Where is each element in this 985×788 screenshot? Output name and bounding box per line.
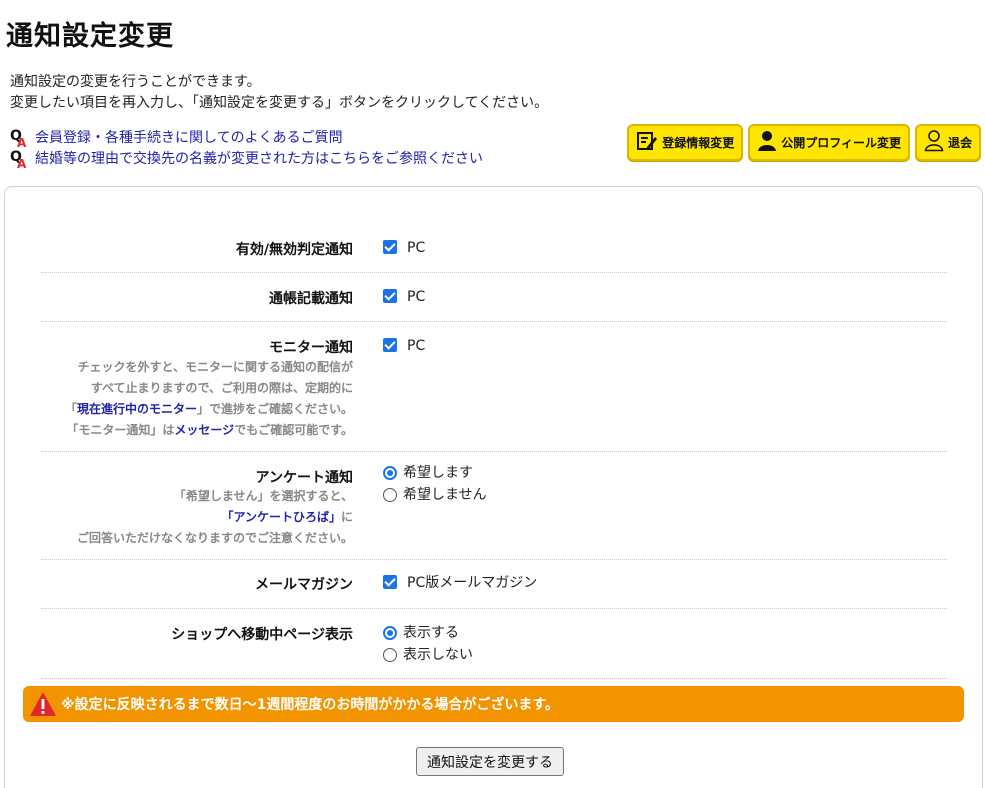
- edit-profile-label: 登録情報変更: [662, 136, 735, 150]
- shop-page-radio-group: 表示する 表示しない: [383, 622, 473, 666]
- settings-panel: 有効/無効判定通知 PC 通帳記載通知 PC モニター通知 チェックを外すと、モ…: [4, 186, 983, 788]
- radio-selected[interactable]: [383, 466, 397, 480]
- radio-unselected[interactable]: [383, 648, 397, 662]
- note-line: 「希望しません」を選択すると、: [173, 489, 353, 503]
- shop-page-option-hide[interactable]: 表示しない: [383, 644, 473, 666]
- faq-link-label[interactable]: 結婚等の理由で交換先の名義が変更された方はこちらをご参照ください: [35, 149, 483, 170]
- shop-page-option-show[interactable]: 表示する: [383, 622, 473, 644]
- survey-radio-group: 希望します 希望しません: [383, 462, 487, 506]
- radio-label: 希望します: [403, 465, 473, 481]
- passbook-pc-checkbox[interactable]: PC: [383, 286, 425, 308]
- note-line: ご回答いただけなくなりますのでご注意ください。: [76, 531, 353, 545]
- setting-label: アンケート通知: [255, 470, 353, 486]
- checkbox-label: PC: [407, 338, 426, 354]
- survey-option-no[interactable]: 希望しません: [383, 484, 487, 506]
- warning-text: ※設定に反映されるまで数日〜1週間程度のお時間がかかる場合がございます。: [61, 697, 559, 713]
- monitor-pc-checkbox[interactable]: PC: [383, 335, 425, 357]
- radio-label: 表示しない: [403, 647, 473, 663]
- setting-row-survey: アンケート通知 「希望しません」を選択すると、 「アンケートひろば」に ご回答い…: [41, 452, 947, 560]
- checkbox-checked[interactable]: [383, 575, 397, 589]
- survey-plaza-link[interactable]: 「アンケートひろば」: [221, 510, 341, 524]
- note-line: 「現在進行中のモニター」で進捗をご確認ください。: [64, 402, 353, 416]
- note-line: すべて止まりますので、ご利用の際は、定期的に: [90, 381, 353, 395]
- setting-label: メールマガジン: [255, 577, 353, 593]
- checkbox-checked[interactable]: [383, 338, 397, 352]
- setting-row-monitor: モニター通知 チェックを外すと、モニターに関する通知の配信が すべて止まりますの…: [41, 322, 947, 452]
- withdraw-button[interactable]: 退会: [914, 124, 981, 161]
- page-title: 通知設定変更: [6, 21, 174, 52]
- note-line: 「アンケートひろば」に: [221, 510, 353, 524]
- checkbox-checked[interactable]: [383, 289, 397, 303]
- qa-icon: QA: [10, 148, 27, 171]
- warning-triangle-icon: [29, 691, 57, 717]
- faq-link-name-change[interactable]: QA 結婚等の理由で交換先の名義が変更された方はこちらをご参照ください: [10, 148, 483, 171]
- top-buttons: 登録情報変更 公開プロフィール変更 退会: [627, 124, 981, 161]
- monitor-note: チェックを外すと、モニターに関する通知の配信が すべて止まりますので、ご利用の際…: [41, 357, 353, 441]
- user-icon: [757, 130, 777, 155]
- faq-links: QA 会員登録・各種手続きに関してのよくあるご質問 QA 結婚等の理由で交換先の…: [10, 127, 483, 171]
- setting-row-mail-magazine: メールマガジン PC版メールマガジン: [41, 560, 947, 609]
- intro-line-2: 変更したい項目を再入力し、「通知設定を変更する」ボタンをクリックしてください。: [10, 95, 549, 111]
- edit-icon: [636, 130, 658, 155]
- qa-icon: QA: [10, 127, 27, 150]
- user-outline-icon: [924, 130, 944, 155]
- checkbox-label: PC: [407, 240, 426, 256]
- setting-label: 有効/無効判定通知: [235, 242, 353, 258]
- message-link[interactable]: メッセージ: [174, 423, 234, 437]
- survey-note: 「希望しません」を選択すると、 「アンケートひろば」に ご回答いただけなくなりま…: [41, 486, 353, 549]
- setting-label: 通帳記載通知: [269, 291, 353, 307]
- public-profile-button[interactable]: 公開プロフィール変更: [748, 124, 910, 161]
- note-line: 「モニター通知」はメッセージでもご確認可能です。: [66, 423, 353, 437]
- faq-link-label[interactable]: 会員登録・各種手続きに関してのよくあるご質問: [35, 128, 343, 149]
- setting-row-shop-page: ショップへ移動中ページ表示 表示する 表示しない: [41, 609, 947, 679]
- survey-option-yes[interactable]: 希望します: [383, 462, 487, 484]
- setting-label: モニター通知: [269, 340, 353, 356]
- edit-profile-button[interactable]: 登録情報変更: [627, 124, 744, 161]
- validity-pc-checkbox[interactable]: PC: [383, 237, 425, 259]
- setting-row-validity: 有効/無効判定通知 PC: [41, 223, 947, 273]
- checkbox-checked[interactable]: [383, 240, 397, 254]
- checkbox-label: PC版メールマガジン: [407, 575, 538, 591]
- checkbox-label: PC: [407, 289, 426, 305]
- radio-selected[interactable]: [383, 626, 397, 640]
- intro-line-1: 通知設定の変更を行うことができます。: [10, 74, 261, 90]
- withdraw-label: 退会: [947, 136, 972, 150]
- intro-text: 通知設定の変更を行うことができます。 変更したい項目を再入力し、「通知設定を変更…: [10, 72, 548, 114]
- mail-magazine-checkbox[interactable]: PC版メールマガジン: [383, 572, 537, 594]
- submit-button[interactable]: 通知設定を変更する: [416, 747, 564, 776]
- radio-unselected[interactable]: [383, 488, 397, 502]
- faq-link-registration[interactable]: QA 会員登録・各種手続きに関してのよくあるご質問: [10, 127, 483, 150]
- radio-label: 希望しません: [403, 487, 487, 503]
- warning-banner: ※設定に反映されるまで数日〜1週間程度のお時間がかかる場合がございます。: [23, 686, 964, 722]
- radio-label: 表示する: [403, 625, 459, 641]
- note-line: チェックを外すと、モニターに関する通知の配信が: [77, 360, 353, 374]
- public-profile-label: 公開プロフィール変更: [781, 136, 901, 150]
- setting-row-passbook: 通帳記載通知 PC: [41, 273, 947, 322]
- current-monitor-link[interactable]: 現在進行中のモニター: [77, 402, 197, 416]
- setting-label: ショップへ移動中ページ表示: [171, 627, 353, 643]
